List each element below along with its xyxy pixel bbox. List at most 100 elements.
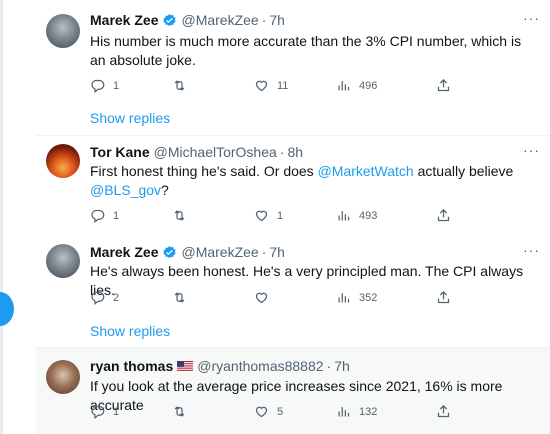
tweet[interactable]: Marek Zee @MarekZee · 7h ··· He's always… [36,236,550,348]
verified-badge-icon [163,13,177,26]
author-handle[interactable]: @ryanthomas88882 [197,358,323,374]
reply-icon [91,405,105,419]
like-button[interactable]: 11 [254,78,288,93]
views-button[interactable]: 352 [336,290,377,305]
like-icon [255,80,268,92]
like-icon [255,292,268,304]
tweet-text-part: actually believe [413,163,514,179]
tweet-header: Marek Zee @MarekZee · 7h ··· [90,10,540,30]
like-count: 11 [277,79,289,92]
more-icon[interactable]: ··· [523,10,540,26]
reply-count: 1 [113,405,120,418]
view-count: 496 [359,79,378,92]
like-count: 5 [277,405,284,418]
retweet-button[interactable] [172,208,195,223]
separator-dot: · [326,358,332,374]
author-handle[interactable]: @MarekZee [181,244,258,260]
views-button[interactable]: 132 [336,404,377,419]
avatar[interactable] [46,360,80,394]
mention-link[interactable]: @BLS_gov [90,182,161,198]
views-icon [338,293,350,303]
tweet-header: Marek Zee @MarekZee · 7h ··· [90,242,540,262]
share-button[interactable] [436,208,451,223]
author-name[interactable]: Marek Zee [90,244,158,260]
reply-button[interactable]: 1 [90,208,119,223]
views-icon [338,211,350,221]
author-name[interactable]: ryan thomas [90,358,173,374]
reply-count: 2 [113,291,120,304]
tweet-actions: 1 1 493 [90,208,540,226]
like-button[interactable]: 5 [254,404,283,419]
views-icon [338,407,350,417]
retweet-icon [174,80,185,91]
reply-button[interactable]: 1 [90,78,119,93]
avatar[interactable] [46,144,80,178]
tweet-actions: 2 352 [90,290,540,308]
reply-button[interactable]: 1 [90,404,119,419]
timestamp[interactable]: 8h [287,144,303,160]
reply-icon [91,209,105,223]
left-panel-edge [0,0,3,434]
view-count: 493 [359,209,378,222]
retweet-button[interactable] [172,290,195,305]
views-icon [338,81,350,91]
share-icon [437,404,450,418]
reply-icon [91,291,105,305]
views-button[interactable]: 496 [336,78,377,93]
share-button[interactable] [436,290,451,305]
show-replies-link[interactable]: Show replies [90,110,170,126]
share-icon [437,290,450,304]
retweet-icon [174,406,185,417]
like-icon [255,210,268,222]
more-icon[interactable]: ··· [523,142,540,158]
author-name[interactable]: Tor Kane [90,144,150,160]
like-icon [255,406,268,418]
tweet[interactable]: Tor Kane @MichaelTorOshea · 8h ··· First… [36,136,550,236]
retweet-icon [174,292,185,303]
separator-dot: · [279,144,285,160]
retweet-button[interactable] [172,404,195,419]
more-icon[interactable]: ··· [523,242,540,258]
reply-icon [91,79,105,93]
verified-badge-icon [163,245,177,258]
reply-count: 1 [113,209,120,222]
tweet-actions: 1 11 496 [90,78,540,96]
tweet[interactable]: ryan thomas @ryanthomas88882 · 7h If you… [36,348,550,434]
mention-link[interactable]: @MarketWatch [318,163,414,179]
tweet-text: First honest thing he's said. Or does @M… [90,162,540,200]
author-handle[interactable]: @MichaelTorOshea [154,144,277,160]
us-flag-icon [177,360,194,372]
tweet-text-part: ? [161,182,169,198]
retweet-button[interactable] [172,78,195,93]
author-name[interactable]: Marek Zee [90,12,158,28]
share-icon [437,208,450,222]
tweet-text-part: First honest thing he's said. Or does [90,163,318,179]
tweet-actions: 1 5 132 [90,404,540,422]
reply-button[interactable]: 2 [90,290,119,305]
avatar[interactable] [46,244,80,278]
like-button[interactable] [254,290,277,305]
reply-count: 1 [113,79,120,92]
views-button[interactable]: 493 [336,208,377,223]
timestamp[interactable]: 7h [269,244,285,260]
tweet-header: ryan thomas @ryanthomas88882 · 7h [90,356,540,376]
tweet-header: Tor Kane @MichaelTorOshea · 8h ··· [90,142,540,162]
retweet-icon [174,210,185,221]
like-count: 1 [277,209,284,222]
timestamp[interactable]: 7h [334,358,350,374]
view-count: 352 [359,291,378,304]
share-button[interactable] [436,78,451,93]
separator-dot: · [261,244,267,260]
timestamp[interactable]: 7h [269,12,285,28]
share-icon [437,78,450,92]
separator-dot: · [261,12,267,28]
view-count: 132 [359,405,378,418]
show-replies-link[interactable]: Show replies [90,323,170,339]
author-handle[interactable]: @MarekZee [181,12,258,28]
share-button[interactable] [436,404,451,419]
avatar[interactable] [46,14,80,48]
tweet[interactable]: Marek Zee @MarekZee · 7h ··· His number … [36,0,550,136]
like-button[interactable]: 1 [254,208,283,223]
tweet-text: His number is much more accurate than th… [90,33,522,68]
floating-compose-button[interactable] [0,292,14,326]
